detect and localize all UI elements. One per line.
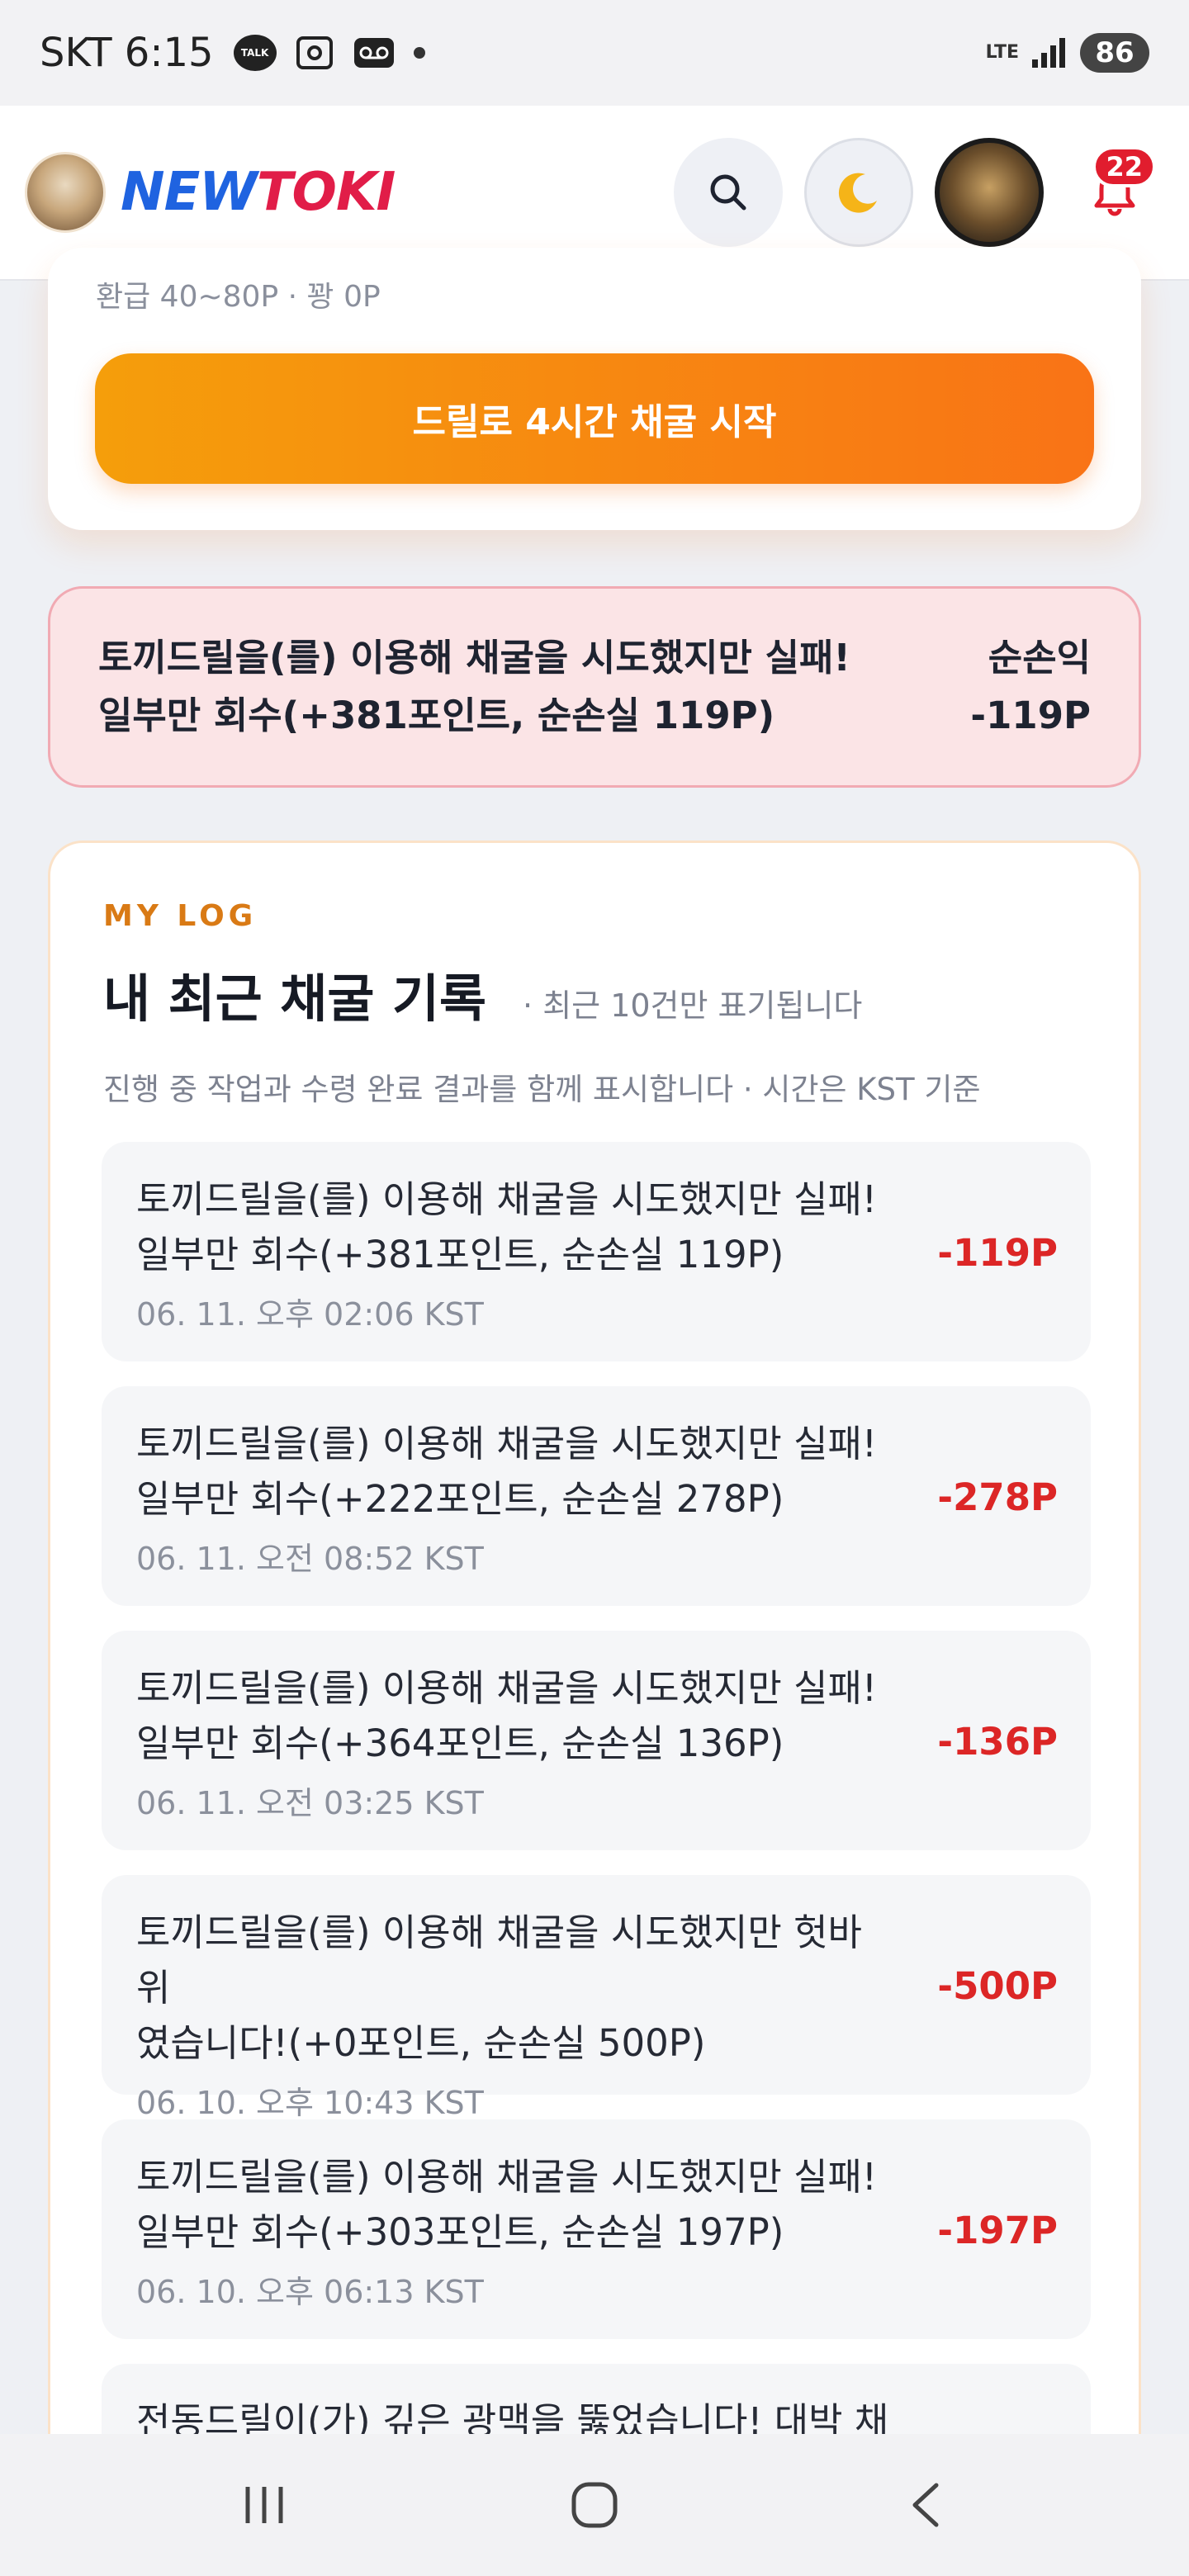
log-entry-line-1: 토끼드릴을(를) 이용해 채굴을 시도했지만 실패!: [136, 2155, 877, 2199]
mining-log-card: MY LOG 내 최근 채굴 기록 · 최근 10건만 표기됩니다 진행 중 작…: [48, 841, 1141, 2576]
search-icon: [710, 174, 746, 211]
log-entry-line-1: 토끼드릴을(를) 이용해 채굴을 시도했지만 실패!: [136, 1666, 877, 1710]
log-entry[interactable]: 토끼드릴을(를) 이용해 채굴을 시도했지만 실패! 일부만 회수(+303포인…: [102, 2119, 1091, 2339]
log-entry-time: 06. 10. 오후 06:13 KST: [136, 2274, 484, 2310]
result-line-2: 일부만 회수(+381포인트, 순손실 119P): [98, 694, 775, 737]
result-banner: 토끼드릴을(를) 이용해 채굴을 시도했지만 실패! 일부만 회수(+381포인…: [48, 586, 1141, 788]
dark-mode-toggle[interactable]: [804, 138, 913, 247]
signal-icon: [1030, 36, 1068, 69]
log-entry-message: 토끼드릴을(를) 이용해 채굴을 시도했지만 실패! 일부만 회수(+381포인…: [136, 1172, 896, 1282]
status-system-icons: LTE 86: [986, 33, 1149, 73]
log-entry[interactable]: 토끼드릴을(를) 이용해 채굴을 시도했지만 실패! 일부만 회수(+381포인…: [102, 1142, 1091, 1361]
log-entry-amount: -500P: [937, 1964, 1058, 2008]
carrier-time: SKT 6:15: [40, 30, 214, 76]
log-entry-line-1: 토끼드릴을(를) 이용해 채굴을 시도했지만 헛바위: [136, 1911, 862, 2010]
log-entry[interactable]: 토끼드릴을(를) 이용해 채굴을 시도했지만 헛바위 였습니다!(+0포인트, …: [102, 1875, 1091, 2121]
profile-avatar[interactable]: [935, 138, 1044, 247]
drill-reward-info: 환급 40~80P · 꽝 0P: [96, 282, 674, 332]
log-entry-line-2: 일부만 회수(+222포인트, 순손실 278P): [136, 1477, 784, 1521]
log-eyebrow: MY LOG: [103, 899, 258, 933]
log-entry-message: 토끼드릴을(를) 이용해 채굴을 시도했지만 실패! 일부만 회수(+222포인…: [136, 1416, 896, 1527]
dot-icon: [413, 47, 425, 59]
battery-level: 86: [1080, 33, 1149, 73]
home-button[interactable]: [545, 2455, 644, 2555]
log-entry-time: 06. 10. 오후 10:43 KST: [136, 2085, 484, 2121]
log-entry-message: 토끼드릴을(를) 이용해 채굴을 시도했지만 헛바위 였습니다!(+0포인트, …: [136, 1905, 896, 2071]
log-entry-line-2: 였습니다!(+0포인트, 순손실 500P): [136, 2021, 706, 2065]
drill-reward-text: 환급 40~80P · 꽝 0P: [96, 282, 381, 314]
log-entry-line-1: 토끼드릴을(를) 이용해 채굴을 시도했지만 실패!: [136, 1422, 877, 1466]
log-entry-amount: -119P: [937, 1231, 1058, 1275]
voicemail-icon: [353, 36, 396, 69]
app-screen: SKT 6:15 TALK LTE 86 NEWTOKI 22 환급 40~80…: [0, 0, 1189, 2576]
log-description: 진행 중 작업과 수령 완료 결과를 함께 표시합니다 · 시간은 KST 기준: [103, 1072, 981, 1107]
back-button[interactable]: [875, 2455, 974, 2555]
log-entry-time: 06. 11. 오후 02:06 KST: [136, 1296, 484, 1333]
net-value: -119P: [970, 694, 1091, 737]
logo-part-new: NEW: [121, 162, 258, 223]
log-entry-list: 토끼드릴을(를) 이용해 채굴을 시도했지만 실패! 일부만 회수(+381포인…: [102, 1142, 1091, 2576]
log-entry-line-1: 토끼드릴을(를) 이용해 채굴을 시도했지만 실패!: [136, 1177, 877, 1221]
log-entry-line-2: 일부만 회수(+364포인트, 순손실 136P): [136, 1721, 784, 1765]
talk-icon: TALK: [233, 35, 277, 71]
log-entry-message: 토끼드릴을(를) 이용해 채굴을 시도했지만 실패! 일부만 회수(+303포인…: [136, 2149, 896, 2260]
search-button[interactable]: [674, 138, 783, 247]
logo-part-toki: TOKI: [256, 162, 396, 223]
site-logo[interactable]: NEWTOKI: [121, 162, 396, 223]
log-entry-amount: -278P: [937, 1475, 1058, 1519]
screenshot-icon: [295, 35, 334, 71]
result-line-1: 토끼드릴을(를) 이용해 채굴을 시도했지만 실패!: [98, 636, 850, 680]
start-mining-button[interactable]: 드릴로 4시간 채굴 시작: [95, 353, 1094, 484]
log-entry-amount: -197P: [937, 2209, 1058, 2252]
log-entry-amount: -136P: [937, 1720, 1058, 1764]
log-entry-message: 토끼드릴을(를) 이용해 채굴을 시도했지만 실패! 일부만 회수(+364포인…: [136, 1660, 896, 1771]
log-title-note: · 최근 10건만 표기됩니다: [523, 987, 863, 1024]
back-icon: [912, 2483, 939, 2527]
log-entry-time: 06. 11. 오전 08:52 KST: [136, 1541, 484, 1577]
recent-apps-button[interactable]: [215, 2455, 314, 2555]
net-result: 순손익 -119P: [970, 629, 1091, 745]
home-icon: [571, 2482, 618, 2528]
header-actions: 22: [674, 138, 1164, 247]
log-entry-line-2: 일부만 회수(+303포인트, 순손실 197P): [136, 2210, 784, 2254]
notifications-button[interactable]: 22: [1065, 138, 1164, 247]
system-nav-bar: [0, 2434, 1189, 2576]
network-type: LTE: [985, 42, 1019, 63]
recent-apps-icon: [245, 2487, 283, 2523]
net-label: 순손익: [988, 636, 1091, 680]
log-title: 내 최근 채굴 기록: [103, 968, 487, 1029]
log-entry[interactable]: 토끼드릴을(를) 이용해 채굴을 시도했지만 실패! 일부만 회수(+222포인…: [102, 1386, 1091, 1606]
status-bar: SKT 6:15 TALK LTE 86: [0, 0, 1189, 106]
log-entry-time: 06. 11. 오전 03:25 KST: [136, 1785, 484, 1821]
moon-icon: [838, 173, 877, 213]
logo-mascot-icon[interactable]: [25, 152, 106, 233]
result-message: 토끼드릴을(를) 이용해 채굴을 시도했지만 실패! 일부만 회수(+381포인…: [98, 629, 970, 745]
notification-count-badge: 22: [1092, 146, 1156, 187]
log-entry[interactable]: 토끼드릴을(를) 이용해 채굴을 시도했지만 실패! 일부만 회수(+364포인…: [102, 1631, 1091, 1850]
log-title-row: 내 최근 채굴 기록 · 최근 10건만 표기됩니다: [103, 957, 862, 1031]
status-notification-icons: TALK: [233, 35, 425, 71]
log-entry-line-2: 일부만 회수(+381포인트, 순손실 119P): [136, 1233, 784, 1276]
